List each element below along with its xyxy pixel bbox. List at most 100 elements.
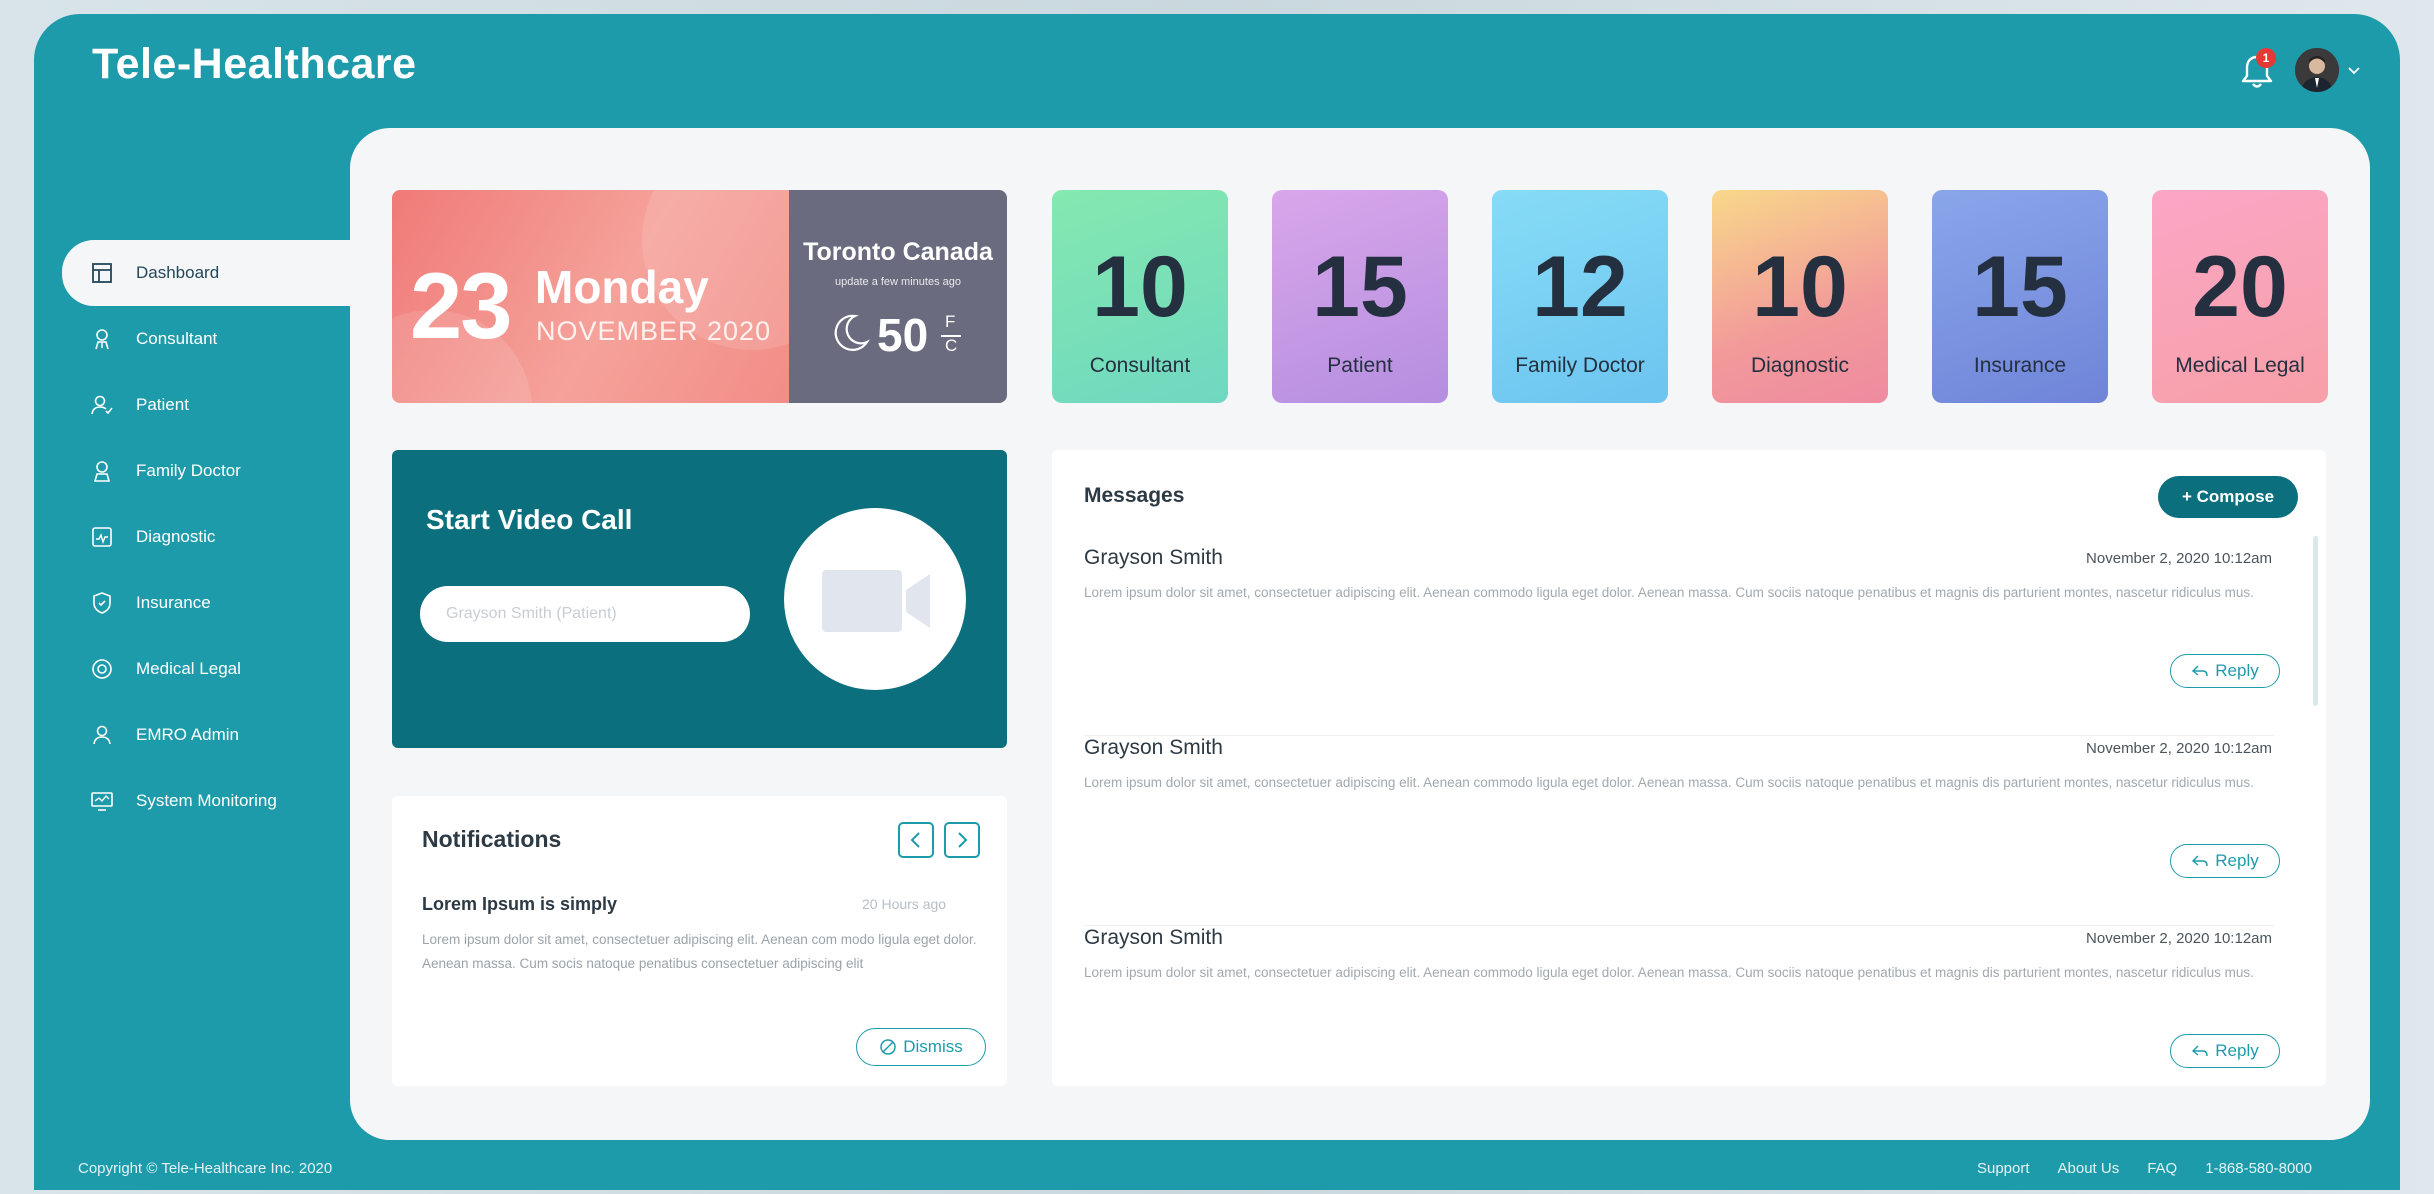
footer-link-support[interactable]: Support — [1977, 1160, 2030, 1177]
stat-value: 15 — [1972, 239, 2068, 335]
stat-card-medical-legal[interactable]: 20 Medical Legal — [2152, 190, 2328, 403]
stat-card-diagnostic[interactable]: 10 Diagnostic — [1712, 190, 1888, 403]
sidebar-item-label: System Monitoring — [136, 791, 277, 810]
weather-city: Toronto Canada — [803, 238, 993, 266]
footer-link-faq[interactable]: FAQ — [2147, 1160, 2177, 1177]
reply-button[interactable]: Reply — [2170, 1034, 2280, 1068]
app-window: Tele-Healthcare 1 Dashboard Consultant P… — [34, 14, 2400, 1190]
reply-button[interactable]: Reply — [2170, 654, 2280, 688]
video-call-title: Start Video Call — [426, 504, 633, 535]
messages-card: Messages + Compose Grayson Smith Novembe… — [1052, 450, 2326, 1086]
stat-value: 10 — [1092, 239, 1188, 335]
avatar[interactable] — [2295, 48, 2339, 92]
message-item[interactable]: Grayson Smith November 2, 2020 10:12am L… — [1084, 926, 2280, 1086]
message-sender: Grayson Smith — [1084, 926, 1223, 949]
chevron-down-icon[interactable] — [2346, 62, 2362, 78]
sidebar-item-label: Family Doctor — [136, 461, 241, 480]
date-weather-card: 23 Monday NOVEMBER 2020 Toronto Canada u… — [392, 190, 1007, 403]
dismiss-icon — [880, 1039, 896, 1055]
unit-celsius[interactable]: C — [945, 336, 957, 356]
sidebar-item-diagnostic[interactable]: Diagnostic — [62, 504, 382, 570]
top-bar: Tele-Healthcare 1 — [34, 14, 2400, 124]
sidebar-item-system-monitoring[interactable]: System Monitoring — [62, 768, 382, 834]
start-video-call-button[interactable] — [784, 508, 966, 690]
footer-link-about[interactable]: About Us — [2058, 1160, 2120, 1177]
message-item[interactable]: Grayson Smith November 2, 2020 10:12am L… — [1084, 546, 2280, 736]
user-avatar-icon — [2295, 48, 2339, 92]
weather-panel: Toronto Canada update a few minutes ago … — [789, 190, 1007, 403]
stat-label: Medical Legal — [2175, 354, 2305, 377]
notification-time: 20 Hours ago — [862, 896, 947, 912]
sidebar-item-medical-legal[interactable]: Medical Legal — [62, 636, 382, 702]
chevron-left-icon — [910, 832, 920, 848]
notifications-title: Notifications — [422, 826, 562, 852]
sidebar-item-label: Patient — [136, 395, 189, 414]
date-weekday: Monday — [535, 261, 709, 313]
dismiss-button[interactable]: Dismiss — [856, 1028, 986, 1066]
previous-notification-button[interactable] — [898, 822, 934, 858]
sidebar-item-label: Consultant — [136, 329, 218, 348]
stat-card-patient[interactable]: 15 Patient — [1272, 190, 1448, 403]
message-item[interactable]: Grayson Smith November 2, 2020 10:12am L… — [1084, 736, 2280, 926]
video-camera-icon — [822, 570, 930, 632]
reply-label: Reply — [2215, 851, 2259, 870]
sidebar-item-patient[interactable]: Patient — [62, 372, 382, 438]
message-sender: Grayson Smith — [1084, 546, 1223, 569]
date-day-number: 23 — [410, 253, 513, 358]
notification-heading: Lorem Ipsum is simply — [422, 894, 618, 914]
sidebar-item-label: Diagnostic — [136, 527, 216, 546]
stat-label: Insurance — [1973, 354, 2067, 377]
sidebar-item-label: Medical Legal — [136, 659, 241, 678]
message-text: Lorem ipsum dolor sit amet, consectetuer… — [1084, 775, 2254, 790]
notification-body: Lorem ipsum dolor sit amet, consectetuer… — [422, 932, 977, 971]
reply-label: Reply — [2215, 1041, 2259, 1060]
stat-card-insurance[interactable]: 15 Insurance — [1932, 190, 2108, 403]
reply-icon — [2192, 855, 2208, 867]
sidebar: Dashboard Consultant Patient Family Doct… — [62, 240, 382, 834]
stat-label: Diagnostic — [1750, 354, 1850, 377]
message-time: November 2, 2020 10:12am — [2086, 930, 2272, 947]
message-sender: Grayson Smith — [1084, 736, 1223, 759]
main-content: 23 Monday NOVEMBER 2020 Toronto Canada u… — [350, 128, 2370, 1140]
stat-value: 10 — [1752, 239, 1848, 335]
sidebar-item-dashboard[interactable]: Dashboard — [62, 240, 382, 306]
temperature-value: 50 — [877, 309, 929, 361]
insurance-icon — [88, 589, 116, 617]
message-time: November 2, 2020 10:12am — [2086, 550, 2272, 567]
video-call-input[interactable] — [420, 586, 750, 642]
notification-badge: 1 — [2256, 48, 2276, 68]
dismiss-label: Dismiss — [903, 1037, 963, 1056]
stat-label: Patient — [1327, 354, 1393, 377]
footer-copyright: Copyright © Tele-Healthcare Inc. 2020 — [78, 1160, 333, 1177]
compose-button[interactable]: + Compose — [2158, 476, 2298, 518]
sidebar-item-insurance[interactable]: Insurance — [62, 570, 382, 636]
reply-label: Reply — [2215, 661, 2259, 680]
app-title: Tele-Healthcare — [92, 40, 417, 88]
moon-icon — [834, 314, 870, 351]
reply-icon — [2192, 665, 2208, 677]
sidebar-item-consultant[interactable]: Consultant — [62, 306, 382, 372]
footer-phone[interactable]: 1-868-580-8000 — [2205, 1160, 2312, 1177]
sidebar-item-emro-admin[interactable]: EMRO Admin — [62, 702, 382, 768]
consultant-icon — [88, 325, 116, 353]
monitoring-icon — [88, 787, 116, 815]
stat-card-family-doctor[interactable]: 12 Family Doctor — [1492, 190, 1668, 403]
unit-fahrenheit[interactable]: F — [945, 312, 955, 332]
reply-button[interactable]: Reply — [2170, 844, 2280, 878]
family-doctor-icon — [88, 457, 116, 485]
patient-icon — [88, 391, 116, 419]
stat-card-consultant[interactable]: 10 Consultant — [1052, 190, 1228, 403]
stat-value: 15 — [1312, 239, 1408, 335]
message-text: Lorem ipsum dolor sit amet, consectetuer… — [1084, 585, 2254, 600]
stat-label: Family Doctor — [1515, 354, 1645, 377]
next-notification-button[interactable] — [944, 822, 980, 858]
stat-value: 20 — [2192, 239, 2288, 335]
weather-updated: update a few minutes ago — [835, 276, 961, 288]
diagnostic-icon — [88, 523, 116, 551]
message-text: Lorem ipsum dolor sit amet, consectetuer… — [1084, 965, 2254, 980]
sidebar-item-family-doctor[interactable]: Family Doctor — [62, 438, 382, 504]
footer-links: Support About Us FAQ 1-868-580-8000 — [1977, 1160, 2312, 1177]
messages-scrollbar[interactable] — [2313, 536, 2318, 706]
sidebar-item-label: Insurance — [136, 593, 211, 612]
message-time: November 2, 2020 10:12am — [2086, 740, 2272, 757]
